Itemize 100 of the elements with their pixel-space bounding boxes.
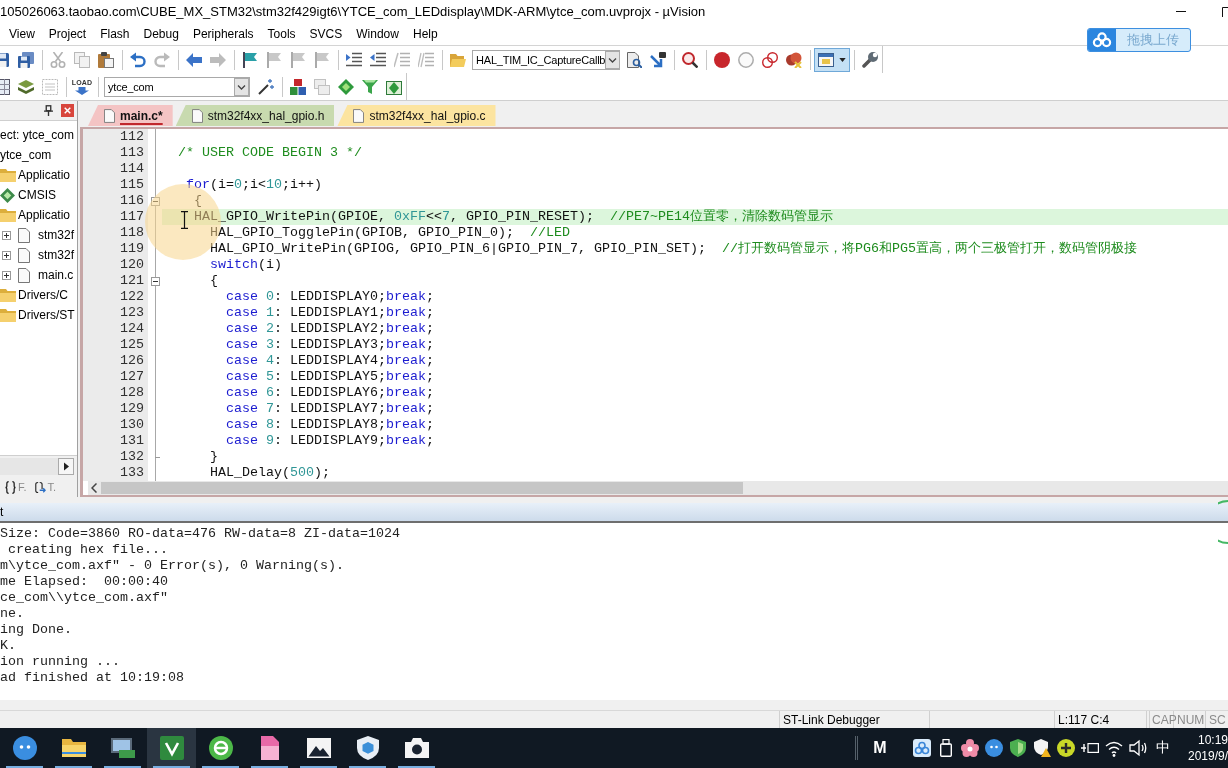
file-icon xyxy=(353,108,365,123)
expand-icon[interactable] xyxy=(2,250,11,260)
output-line: Size: Code=3860 RO-data=476 RW-data=8 ZI-data=1024 xyxy=(0,526,400,542)
tree-item[interactable]: stm32f xyxy=(38,228,74,242)
close-icon[interactable] xyxy=(61,104,74,117)
target-dropdown[interactable]: ytce_com xyxy=(104,76,250,97)
pin-icon[interactable] xyxy=(44,105,53,116)
image-icon[interactable] xyxy=(306,736,331,760)
menu-item[interactable]: View xyxy=(2,25,42,43)
arrow-icon[interactable] xyxy=(650,51,666,68)
tree-item[interactable]: Applicatio xyxy=(18,208,71,222)
document-search-icon[interactable] xyxy=(626,51,642,68)
file-tab[interactable]: main.c* xyxy=(88,105,173,126)
diamond-box-icon[interactable] xyxy=(386,78,402,95)
caret-icon[interactable] xyxy=(839,57,846,62)
code-line: case 9: LEDDISPLAY9;break; xyxy=(226,433,434,448)
horizontal-scrollbar[interactable] xyxy=(0,458,74,475)
funnel-icon[interactable] xyxy=(362,78,378,95)
wifi-icon[interactable] xyxy=(1105,739,1123,757)
down-arrow-icon[interactable] xyxy=(75,86,89,95)
scroll-left-icon[interactable] xyxy=(91,483,97,493)
back-arrow-icon[interactable] xyxy=(186,51,202,68)
bracket-arrow-icon[interactable] xyxy=(34,480,46,494)
scroll-right-icon[interactable] xyxy=(58,458,74,475)
folder-icon xyxy=(0,308,16,322)
tree-item[interactable]: Drivers/C xyxy=(18,288,68,302)
chevron-down-icon[interactable] xyxy=(234,77,249,96)
menu-item[interactable]: Tools xyxy=(260,25,303,43)
magic-wand-icon[interactable] xyxy=(258,78,274,95)
code-editor[interactable] xyxy=(80,127,1228,497)
file-tab[interactable]: stm32f4xx_hal_gpio.h xyxy=(175,105,335,126)
taskbar-button[interactable] xyxy=(147,728,196,768)
tree-item[interactable]: ect: ytce_com xyxy=(0,128,75,142)
file-tab[interactable]: stm32f4xx_hal_gpio.c xyxy=(337,105,496,126)
tree-item[interactable]: stm32f xyxy=(38,248,74,262)
cloud-icon[interactable] xyxy=(913,739,931,757)
output-line: creating hex file... xyxy=(7,542,168,558)
menu-item[interactable]: Help xyxy=(405,25,445,43)
indent-icon[interactable] xyxy=(346,51,362,68)
tree-item[interactable]: ytce_com xyxy=(0,148,52,162)
maximize-icon[interactable] xyxy=(1222,6,1228,17)
menu-item[interactable]: Window xyxy=(349,25,406,43)
breakpoint-icon[interactable] xyxy=(714,51,730,68)
layers-icon[interactable] xyxy=(18,78,34,95)
menu-item[interactable]: Project xyxy=(41,25,94,43)
clock-time[interactable]: 10:19 xyxy=(1197,732,1228,748)
window-title: 105026063.taobao.com\CUBE_MX_STM32\stm32f429igt6\YTCE_com_LEDdisplay\MDK-ARM\ytce_com.uvprojx - µVision xyxy=(0,4,707,19)
tree-item[interactable]: Drivers/ST xyxy=(18,308,75,322)
diamond-icon[interactable] xyxy=(338,78,354,95)
outdent-icon[interactable] xyxy=(370,51,386,68)
app-tile-icon[interactable] xyxy=(159,736,184,760)
shield-cube-icon[interactable] xyxy=(355,736,380,760)
horizontal-scrollbar[interactable] xyxy=(88,481,1228,495)
plus-icon[interactable] xyxy=(1057,739,1075,757)
tree-item[interactable]: main.c xyxy=(38,268,74,282)
speaker-icon[interactable] xyxy=(1129,739,1147,757)
braces-icon[interactable] xyxy=(5,480,16,494)
tree-item[interactable]: Applicatio xyxy=(18,168,71,182)
usb-drive-icon[interactable] xyxy=(937,739,955,757)
camera-icon[interactable] xyxy=(404,736,429,760)
function-dropdown[interactable]: HAL_TIM_IC_CaptureCallb xyxy=(472,49,620,70)
folder-icon[interactable] xyxy=(61,736,86,760)
expand-icon[interactable] xyxy=(2,230,11,240)
cloud-icon[interactable] xyxy=(1088,29,1116,51)
ring-icon[interactable] xyxy=(208,736,233,760)
blocks-icon[interactable] xyxy=(290,78,306,95)
paste-icon[interactable] xyxy=(98,51,114,68)
shield-warning-icon[interactable] xyxy=(1033,739,1051,757)
menu-item[interactable]: SVCS xyxy=(302,25,350,43)
flag-icon[interactable] xyxy=(242,51,258,68)
menu-item[interactable]: Flash xyxy=(93,25,137,43)
magnifier-icon[interactable] xyxy=(682,51,698,68)
output-line: me Elapsed: 00:00:40 xyxy=(0,574,168,590)
tray-app-label[interactable]: M xyxy=(870,739,890,757)
window-icon[interactable] xyxy=(818,51,834,68)
line-number: 129 xyxy=(120,401,144,416)
code-line: case 3: LEDDISPLAY3;break; xyxy=(226,337,434,352)
scrollbar-thumb[interactable] xyxy=(101,482,743,494)
wrench-icon[interactable] xyxy=(862,51,878,68)
overlapping-circles-icon[interactable] xyxy=(762,51,778,68)
cartoon-ball-icon[interactable] xyxy=(12,736,37,760)
computer-icon[interactable] xyxy=(110,736,135,760)
code-line: case 2: LEDDISPLAY2;break; xyxy=(226,321,434,336)
line-number: 121 xyxy=(120,273,144,288)
collapse-icon[interactable] xyxy=(150,276,160,286)
menu-item[interactable]: Peripherals xyxy=(185,25,261,43)
window-layout-button[interactable] xyxy=(814,47,850,72)
tree-item[interactable]: CMSIS xyxy=(18,188,56,202)
clock-date[interactable]: 2019/9/ xyxy=(1187,748,1228,764)
shield-icon[interactable] xyxy=(1009,739,1027,757)
expand-icon[interactable] xyxy=(2,270,11,280)
cartoon-ball-icon[interactable] xyxy=(985,739,1003,757)
line-number: 119 xyxy=(120,241,144,256)
dots-cross-icon[interactable] xyxy=(786,51,802,68)
flower-icon[interactable] xyxy=(961,739,979,757)
undo-icon[interactable] xyxy=(130,51,146,68)
input-method-indicator[interactable]: 中 xyxy=(1150,739,1176,757)
menu-item[interactable]: Debug xyxy=(136,25,186,43)
save-all-icon[interactable] xyxy=(18,51,34,68)
chevron-down-icon[interactable] xyxy=(605,50,621,69)
